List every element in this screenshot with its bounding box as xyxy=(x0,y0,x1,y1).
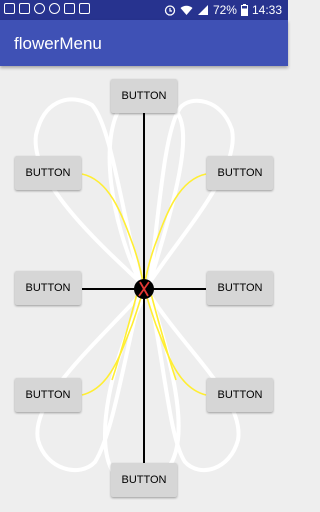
wifi-icon xyxy=(180,5,193,15)
notification-icon xyxy=(49,3,60,14)
upper-left-button[interactable]: BUTTON xyxy=(15,156,81,190)
notification-icon xyxy=(19,3,30,14)
middle-left-button[interactable]: BUTTON xyxy=(15,271,81,305)
flower-menu: BUTTON BUTTON BUTTON BUTTON BUTTON BUTTO… xyxy=(0,66,288,512)
middle-right-button[interactable]: BUTTON xyxy=(207,271,273,305)
clock: 14:33 xyxy=(251,3,282,17)
bottom-button[interactable]: BUTTON xyxy=(111,463,177,497)
app-bar: flowerMenu xyxy=(0,20,288,66)
alarm-icon xyxy=(164,5,176,16)
notification-icons xyxy=(4,3,90,14)
app-title: flowerMenu xyxy=(14,34,102,53)
status-bar: 72% 14:33 xyxy=(0,0,288,20)
battery-icon xyxy=(240,4,248,16)
lower-right-button[interactable]: BUTTON xyxy=(207,378,273,412)
notification-icon xyxy=(64,3,75,14)
notification-icon xyxy=(4,3,15,14)
signal-icon xyxy=(197,5,208,15)
battery-percentage: 72% xyxy=(212,3,237,17)
notification-icon xyxy=(79,3,90,14)
upper-right-button[interactable]: BUTTON xyxy=(207,156,273,190)
notification-icon xyxy=(34,3,45,14)
lower-left-button[interactable]: BUTTON xyxy=(15,378,81,412)
top-button[interactable]: BUTTON xyxy=(111,79,177,113)
